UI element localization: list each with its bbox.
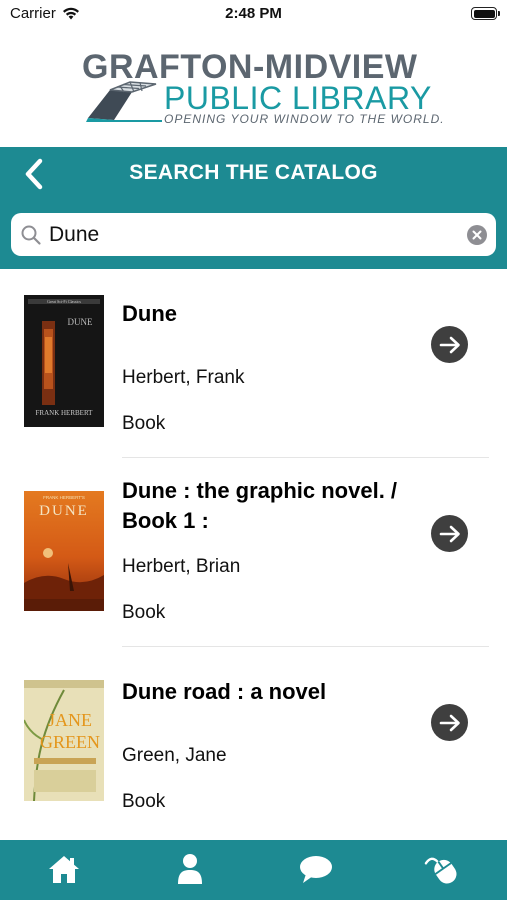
cover-author-text: FRANK HERBERT [36, 409, 94, 417]
account-icon [178, 854, 202, 884]
result-row[interactable]: FRANK HERBERT'S DUNE Dune : the graphic … [0, 458, 507, 647]
result-title-line: Dune : the graphic novel. / [122, 478, 398, 503]
result-author: Herbert, Frank [122, 367, 245, 388]
cover-series-text: Great Sci-Fi Classics [47, 299, 81, 304]
battery-icon [471, 7, 500, 20]
result-row[interactable]: Great Sci-Fi Classics DUNE FRANK HERBERT… [0, 269, 507, 458]
result-format: Book [122, 602, 166, 623]
catalog-header: SEARCH THE CATALOG [0, 147, 507, 200]
result-title-line: Book 1 : [122, 508, 209, 533]
page-title: SEARCH THE CATALOG [129, 161, 378, 184]
result-row[interactable]: JANE GREEN Dune road : a novel Green, Ja… [0, 647, 507, 836]
status-time: 2:48 PM [225, 5, 282, 22]
chat-icon [300, 856, 332, 883]
search-results-list: Great Sci-Fi Classics DUNE FRANK HERBERT… [0, 269, 507, 840]
search-box[interactable] [11, 213, 496, 256]
open-result-button[interactable] [431, 515, 468, 552]
result-title-line: Dune road : a novel [122, 679, 327, 704]
open-result-button[interactable] [431, 704, 468, 741]
result-title: Dune [122, 299, 402, 329]
cover-title-text: DUNE [68, 317, 93, 327]
open-result-button[interactable] [431, 326, 468, 363]
open-book-window-icon [86, 81, 162, 122]
arrow-right-icon [439, 525, 460, 542]
search-input[interactable] [49, 219, 459, 251]
cover-title-text: DUNE [39, 503, 89, 519]
mouse-icon [424, 857, 457, 884]
result-format: Book [122, 791, 166, 812]
result-author: Herbert, Brian [122, 556, 241, 577]
status-bar: Carrier 2:48 PM [0, 0, 507, 28]
book-cover-image: JANE GREEN [24, 680, 104, 801]
search-bar-container [0, 200, 507, 269]
result-title-line: Dune [122, 301, 177, 326]
tab-chat[interactable] [298, 852, 334, 886]
arrow-right-icon [439, 714, 460, 731]
result-title: Dune : the graphic novel. / Book 1 : [122, 476, 402, 536]
home-icon [49, 856, 79, 883]
book-cover-image: FRANK HERBERT'S DUNE [24, 491, 104, 611]
tab-home[interactable] [46, 852, 82, 886]
cover-title-text: GREEN [40, 732, 100, 752]
clear-search-button[interactable] [467, 225, 487, 245]
logo-tagline: OPENING YOUR WINDOW TO THE WORLD. [164, 112, 445, 126]
library-logo: GRAFTON-MIDVIEW PUBLIC LIBRARY OPENING Y… [82, 48, 444, 128]
result-author: Green, Jane [122, 745, 227, 766]
tab-digital[interactable] [424, 852, 460, 886]
bottom-tab-bar [0, 840, 507, 900]
tab-account[interactable] [172, 852, 208, 886]
cover-title-text: JANE [48, 710, 92, 730]
cover-author-text: FRANK HERBERT'S [43, 495, 85, 500]
arrow-right-icon [439, 336, 460, 353]
clear-icon [472, 230, 482, 240]
book-cover-image: Great Sci-Fi Classics DUNE FRANK HERBERT [24, 295, 104, 427]
result-format: Book [122, 413, 166, 434]
result-title: Dune road : a novel [122, 677, 402, 707]
search-icon [21, 225, 41, 245]
